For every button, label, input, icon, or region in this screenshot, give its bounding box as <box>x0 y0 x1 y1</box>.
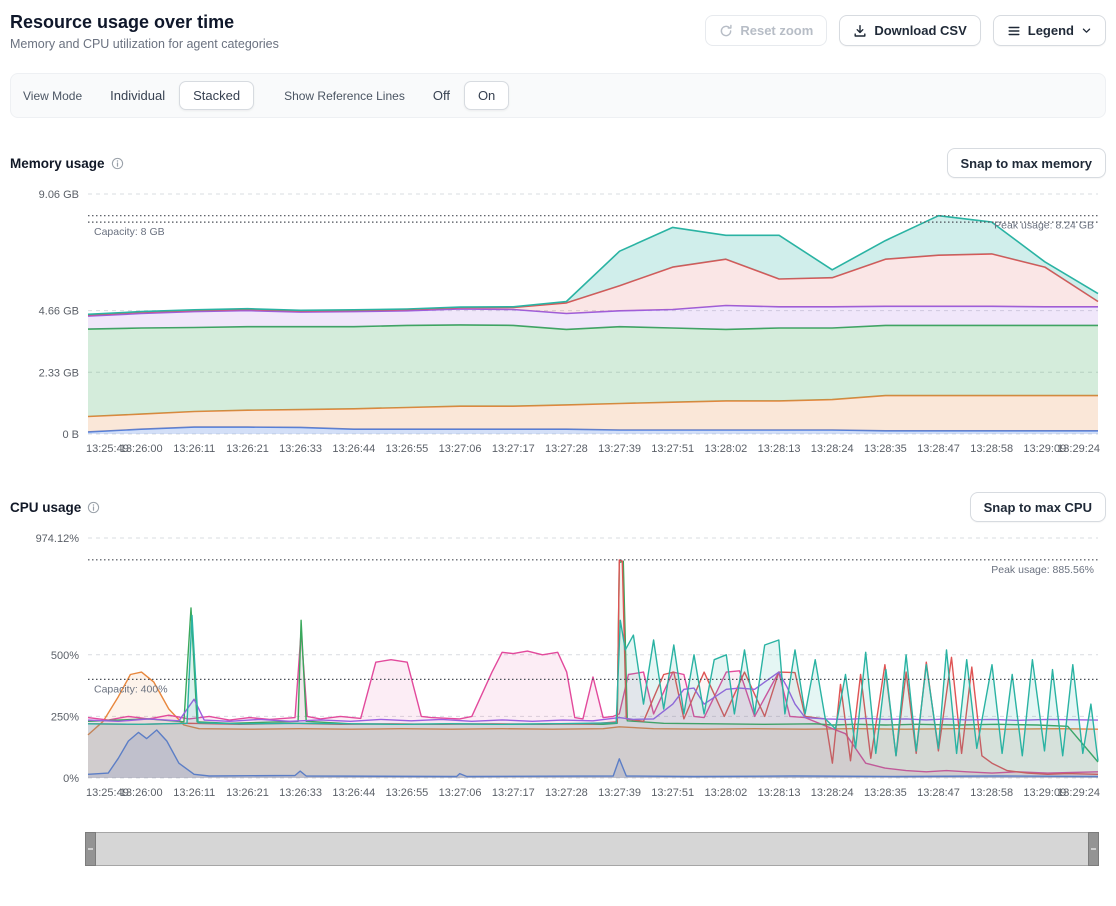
svg-text:13:26:21: 13:26:21 <box>226 787 269 799</box>
info-icon[interactable] <box>111 157 124 170</box>
reference-lines-on[interactable]: On <box>464 81 509 110</box>
svg-text:9.06 GB: 9.06 GB <box>39 189 79 201</box>
svg-text:13:27:28: 13:27:28 <box>545 443 588 455</box>
brush-right-handle[interactable] <box>1088 832 1099 866</box>
reference-lines-label: Show Reference Lines <box>284 89 405 103</box>
refresh-icon <box>719 24 733 38</box>
download-icon <box>853 24 867 38</box>
svg-text:13:27:06: 13:27:06 <box>439 443 482 455</box>
svg-text:13:26:11: 13:26:11 <box>173 443 215 455</box>
svg-text:13:26:55: 13:26:55 <box>385 443 428 455</box>
header-actions: Reset zoom Download CSV Legend <box>705 15 1106 46</box>
svg-text:13:26:33: 13:26:33 <box>279 443 322 455</box>
svg-text:13:27:17: 13:27:17 <box>492 443 535 455</box>
memory-usage-title: Memory usage <box>10 156 124 171</box>
svg-text:13:27:06: 13:27:06 <box>439 787 482 799</box>
svg-text:13:26:21: 13:26:21 <box>226 443 269 455</box>
cpu-usage-title-text: CPU usage <box>10 500 81 515</box>
svg-text:0%: 0% <box>63 773 79 785</box>
svg-text:Capacity: 400%: Capacity: 400% <box>94 683 168 695</box>
svg-text:13:28:35: 13:28:35 <box>864 443 907 455</box>
svg-text:13:28:02: 13:28:02 <box>704 443 747 455</box>
chevron-down-icon <box>1081 25 1092 36</box>
reference-lines-off[interactable]: Off <box>419 81 464 110</box>
svg-text:13:26:33: 13:26:33 <box>279 787 322 799</box>
svg-text:500%: 500% <box>51 650 79 662</box>
reset-zoom-button[interactable]: Reset zoom <box>705 15 827 46</box>
svg-text:Capacity: 8 GB: Capacity: 8 GB <box>94 226 165 238</box>
svg-text:Peak usage: 8.24 GB: Peak usage: 8.24 GB <box>994 220 1094 232</box>
page-title: Resource usage over time <box>10 12 279 33</box>
svg-text:13:28:47: 13:28:47 <box>917 443 960 455</box>
svg-text:13:28:24: 13:28:24 <box>811 443 854 455</box>
svg-text:13:28:24: 13:28:24 <box>811 787 854 799</box>
cpu-section-head: CPU usage Snap to max CPU <box>10 492 1106 522</box>
download-csv-button[interactable]: Download CSV <box>839 15 980 46</box>
legend-label: Legend <box>1028 23 1074 38</box>
brush-left-handle[interactable] <box>85 832 96 866</box>
svg-text:Peak usage: 885.56%: Peak usage: 885.56% <box>991 564 1094 576</box>
svg-text:13:27:51: 13:27:51 <box>651 787 694 799</box>
cpu-chart[interactable]: 974.12%500%250%0%13:25:4913:26:0013:26:1… <box>10 526 1106 808</box>
reset-zoom-label: Reset zoom <box>740 23 813 38</box>
brush-track[interactable] <box>85 832 1099 866</box>
svg-text:13:27:39: 13:27:39 <box>598 443 641 455</box>
header: Resource usage over time Memory and CPU … <box>10 10 1106 51</box>
snap-max-cpu-button[interactable]: Snap to max CPU <box>970 492 1106 522</box>
svg-text:13:29:24: 13:29:24 <box>1057 443 1100 455</box>
svg-text:13:27:51: 13:27:51 <box>651 443 694 455</box>
svg-text:13:26:55: 13:26:55 <box>385 787 428 799</box>
snap-max-memory-label: Snap to max memory <box>961 156 1093 171</box>
svg-text:4.66 GB: 4.66 GB <box>39 306 79 318</box>
svg-text:13:27:28: 13:27:28 <box>545 787 588 799</box>
list-icon <box>1007 24 1021 38</box>
svg-text:13:26:00: 13:26:00 <box>120 787 163 799</box>
dashboard-page: Resource usage over time Memory and CPU … <box>0 0 1116 906</box>
memory-usage-title-text: Memory usage <box>10 156 105 171</box>
svg-text:13:28:02: 13:28:02 <box>704 787 747 799</box>
svg-text:13:28:35: 13:28:35 <box>864 787 907 799</box>
memory-chart[interactable]: 9.06 GB4.66 GB2.33 GB0 B13:25:4913:26:00… <box>10 182 1106 464</box>
svg-text:974.12%: 974.12% <box>36 533 80 545</box>
header-titles: Resource usage over time Memory and CPU … <box>10 10 279 51</box>
snap-max-cpu-label: Snap to max CPU <box>984 500 1092 515</box>
download-csv-label: Download CSV <box>874 23 966 38</box>
svg-text:13:27:17: 13:27:17 <box>492 787 535 799</box>
cpu-usage-title: CPU usage <box>10 500 100 515</box>
svg-text:13:28:13: 13:28:13 <box>758 443 801 455</box>
memory-section-head: Memory usage Snap to max memory <box>10 148 1106 178</box>
svg-text:13:27:39: 13:27:39 <box>598 787 641 799</box>
svg-text:13:28:58: 13:28:58 <box>970 443 1013 455</box>
view-mode-stacked[interactable]: Stacked <box>179 81 254 110</box>
svg-text:13:28:58: 13:28:58 <box>970 787 1013 799</box>
view-mode-individual[interactable]: Individual <box>96 81 179 110</box>
svg-text:250%: 250% <box>51 711 79 723</box>
svg-text:2.33 GB: 2.33 GB <box>39 367 79 379</box>
svg-text:13:26:11: 13:26:11 <box>173 787 215 799</box>
svg-text:0 B: 0 B <box>62 429 79 441</box>
svg-text:13:28:47: 13:28:47 <box>917 787 960 799</box>
view-mode-label: View Mode <box>23 89 82 103</box>
chart-controls-toolbar: View Mode Individual Stacked Show Refere… <box>10 73 1106 118</box>
page-subtitle: Memory and CPU utilization for agent cat… <box>10 37 279 51</box>
legend-button[interactable]: Legend <box>993 15 1106 46</box>
info-icon[interactable] <box>87 501 100 514</box>
time-brush <box>85 832 1099 866</box>
svg-text:13:29:24: 13:29:24 <box>1057 787 1100 799</box>
svg-text:13:26:44: 13:26:44 <box>332 787 375 799</box>
svg-text:13:26:44: 13:26:44 <box>332 443 375 455</box>
snap-max-memory-button[interactable]: Snap to max memory <box>947 148 1107 178</box>
svg-text:13:28:13: 13:28:13 <box>758 787 801 799</box>
svg-text:13:26:00: 13:26:00 <box>120 443 163 455</box>
